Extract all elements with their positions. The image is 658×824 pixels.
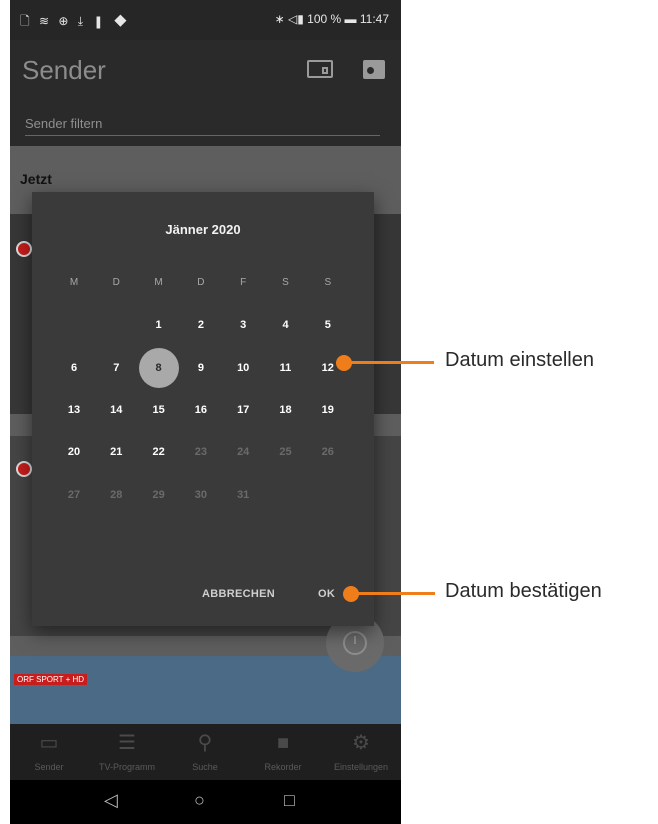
calendar-day[interactable]: 6 [53, 347, 95, 389]
list-icon: ☰ [118, 732, 136, 754]
calendar-day: 26 [321, 446, 334, 459]
calendar-day: 30 [194, 488, 208, 501]
tv-icon: ▭ [39, 732, 59, 754]
calendar-day[interactable]: 17 [222, 389, 264, 431]
calendar-day[interactable]: 7 [95, 347, 137, 389]
calendar-day: 31 [237, 488, 250, 501]
calendar-day: 23 [194, 446, 208, 459]
calendar-day[interactable]: 5 [307, 304, 349, 346]
weekday-label: M [154, 277, 163, 288]
calendar-day[interactable]: 19 [307, 389, 349, 431]
nav-label: TV-Programm [98, 762, 155, 772]
calendar-day[interactable]: 1 [138, 304, 180, 346]
camera-icon: ■ [276, 732, 290, 754]
nav-item-einstellungen[interactable]: ⚙ Einstellungen [322, 724, 400, 780]
nav-item-rekorder[interactable]: ■ Rekorder [244, 724, 322, 780]
weekday-label: S [282, 277, 289, 288]
ok-button[interactable]: OK [318, 588, 335, 600]
bottom-navigation: ▭ Sender ☰ TV-Programm ⚲ Suche ■ Rekorde… [10, 724, 401, 780]
calendar-day[interactable]: 2 [180, 304, 222, 346]
calendar-day: 24 [237, 446, 250, 459]
callout-label-date-confirm: Datum bestätigen [445, 580, 602, 602]
calendar-day[interactable]: 4 [265, 304, 307, 346]
status-right: ∗ ◁▮ 100 % ▬ 11:47 [274, 12, 389, 26]
calendar-day[interactable]: 9 [180, 347, 222, 389]
channel-filter-input[interactable]: Sender filtern [25, 116, 380, 136]
calendar-day[interactable]: 20 [53, 431, 95, 473]
status-bar: 🗋 ≋ ⊕ ⤓ ▮ ◆ ∗ ◁▮ 100 % ▬ 11:47 [10, 0, 401, 40]
date-picker-dialog: Jänner 2020 M D M D F S S 1 2 3 4 5 6 7 8 9 10 11 12 13 14 15… [32, 192, 374, 626]
weekday-label: S [324, 277, 332, 288]
weekday-label: D [112, 277, 120, 288]
calendar-day[interactable]: 22 [138, 431, 180, 473]
home-icon[interactable]: ○ [194, 790, 205, 811]
cancel-button[interactable]: ABBRECHEN [202, 588, 275, 600]
calendar-day[interactable]: 18 [265, 389, 307, 431]
nav-label: Einstellungen [333, 762, 389, 772]
phone-screen: 🗋 ≋ ⊕ ⤓ ▮ ◆ ∗ ◁▮ 100 % ▬ 11:47 Sender Se… [10, 0, 401, 824]
calendar-day[interactable]: 21 [95, 431, 137, 473]
calendar-day[interactable]: 13 [53, 389, 95, 431]
weekday-label: M [69, 277, 79, 288]
nav-label: Rekorder [264, 762, 302, 772]
nav-item-tv-programm[interactable]: ☰ TV-Programm [88, 724, 166, 780]
calendar-day: 25 [279, 446, 292, 459]
weekday-label: F [240, 277, 247, 288]
app-bar: Sender Sender filtern [10, 40, 401, 146]
system-navigation-bar: ◁ ○ □ [10, 780, 401, 824]
orf-logo-icon [16, 461, 32, 477]
cast-icon[interactable] [307, 60, 333, 78]
calendar-day[interactable]: 16 [180, 389, 222, 431]
orf-logo-icon [16, 241, 32, 257]
nav-item-sender[interactable]: ▭ Sender [10, 724, 88, 780]
back-icon[interactable]: ◁ [104, 790, 118, 811]
channel-badge: ORF SPORT + HD [14, 674, 88, 685]
nav-label: Sender [34, 762, 64, 772]
search-icon: ⚲ [197, 732, 213, 754]
calendar-day[interactable]: 14 [95, 389, 137, 431]
calendar-day: 29 [152, 488, 165, 501]
calendar-day[interactable]: 3 [222, 304, 264, 346]
recents-icon[interactable]: □ [284, 790, 295, 811]
gear-icon: ⚙ [352, 732, 370, 754]
nav-label: Suche [192, 762, 218, 772]
calendar-day: 28 [110, 488, 123, 501]
month-title: Jänner 2020 [165, 222, 241, 237]
status-icons: 🗋 ≋ ⊕ ⤓ ▮ ◆ [20, 14, 131, 28]
selected-day[interactable]: 8 [138, 347, 179, 388]
calendar-day[interactable]: 10 [222, 347, 264, 389]
weekday-label: D [197, 277, 205, 288]
callout-label-date-set: Datum einstellen [445, 349, 594, 371]
callout-line-date-set [344, 361, 434, 364]
callout-line-date-confirm [351, 592, 435, 595]
page-title: Sender [22, 55, 106, 85]
calendar-day: 27 [67, 488, 81, 501]
calendar-day[interactable]: 15 [138, 389, 180, 431]
radio-icon[interactable] [363, 60, 385, 79]
nav-item-suche[interactable]: ⚲ Suche [166, 724, 244, 780]
calendar-day[interactable]: 11 [265, 347, 307, 389]
clock-icon [343, 631, 367, 655]
section-heading-now: Jetzt [20, 171, 52, 187]
